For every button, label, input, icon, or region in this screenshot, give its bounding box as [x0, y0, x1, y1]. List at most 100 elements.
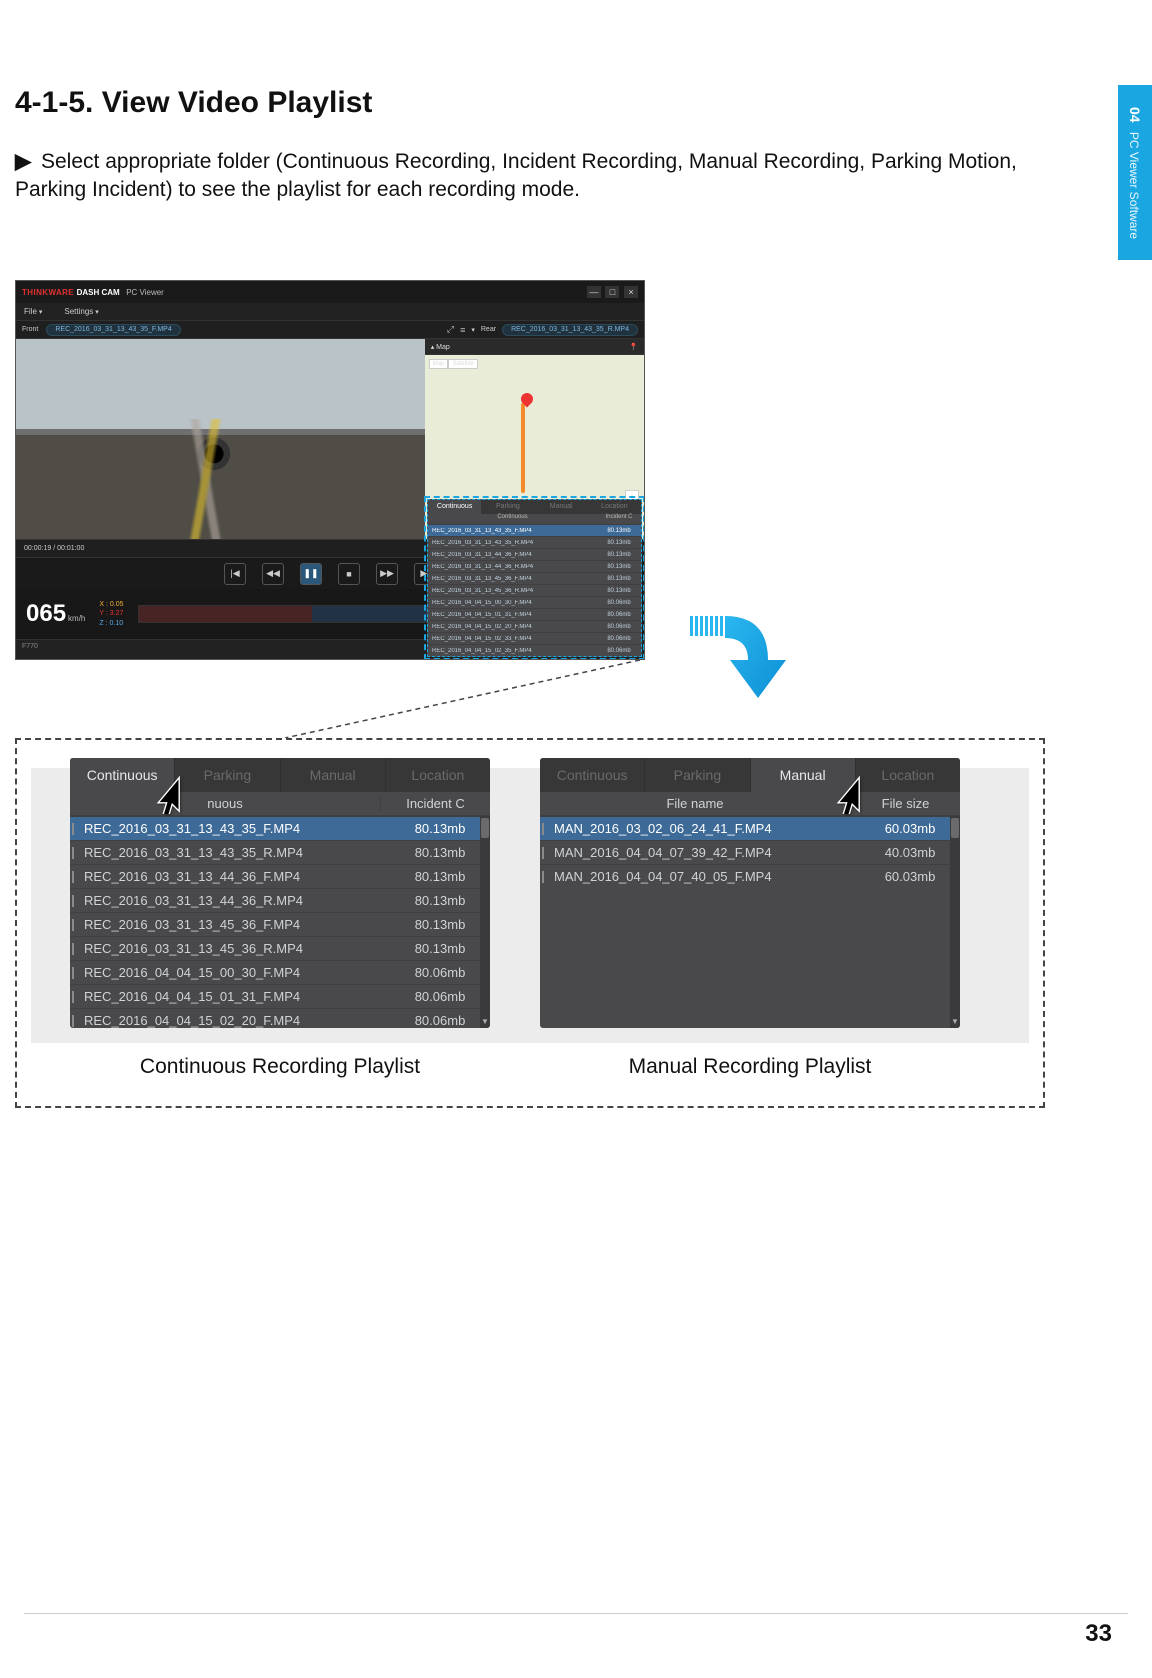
inset-row-size: 80.13mb — [597, 576, 641, 582]
inset-row[interactable]: REC_2016_03_31_13_45_36_R.MP480.13mb — [428, 584, 641, 596]
window-close-button[interactable]: × — [624, 286, 638, 298]
playlist-row-size: 80.13mb — [390, 869, 490, 884]
scrollbar-thumb[interactable] — [481, 818, 489, 838]
scrollbar-down-icon[interactable]: ▼ — [480, 1016, 490, 1028]
play-pause-button[interactable]: ❚❚ — [300, 563, 322, 585]
playlist-row[interactable]: MAN_2016_04_04_07_40_05_F.MP460.03mb — [540, 864, 960, 888]
playlist-row[interactable]: REC_2016_03_31_13_44_36_R.MP480.13mb — [70, 888, 490, 912]
scrollbar[interactable]: ▼ — [950, 816, 960, 1028]
stop-button[interactable]: ■ — [338, 563, 360, 585]
scrollbar[interactable]: ▼ — [480, 816, 490, 1028]
brand-thinkware: THINKWARE — [22, 288, 74, 297]
inset-row-filename: REC_2016_03_31_13_44_36_R.MP4 — [428, 564, 597, 570]
rear-toggle-icon[interactable]: ▾ — [471, 326, 475, 334]
inset-row[interactable]: REC_2016_04_04_15_02_35_F.MP480.06mb — [428, 644, 641, 656]
inset-row[interactable]: REC_2016_04_04_15_00_30_F.MP480.06mb — [428, 596, 641, 608]
continuous-playlist-panel: ContinuousParkingManualLocation nuous In… — [70, 758, 490, 1028]
window-titlebar: THINKWARE DASH CAM PC Viewer — □ × — [16, 281, 644, 303]
paragraph-text: Select appropriate folder (Continuous Re… — [15, 150, 1017, 201]
playlist-row[interactable]: REC_2016_03_31_13_45_36_F.MP480.13mb — [70, 912, 490, 936]
rewind-button[interactable]: ◀◀ — [262, 563, 284, 585]
inset-tab-location[interactable]: Location — [588, 500, 641, 514]
continuous-caption: Continuous Recording Playlist — [110, 1055, 450, 1079]
paragraph-arrow-icon: ▶ — [15, 150, 31, 173]
playlist-row-size: 80.13mb — [390, 845, 490, 860]
map-toggle[interactable]: ▴ Map — [431, 343, 450, 351]
playlist-tab-parking[interactable]: Parking — [645, 758, 750, 792]
inset-row[interactable]: REC_2016_04_04_15_02_33_F.MP480.06mb — [428, 632, 641, 644]
menubar: File Settings — [16, 303, 644, 321]
inset-row-size: 80.06mb — [597, 636, 641, 642]
playlist-row[interactable]: REC_2016_04_04_15_02_20_F.MP480.06mb — [70, 1008, 490, 1028]
playlist-row-filename: REC_2016_03_31_13_44_36_R.MP4 — [70, 893, 390, 908]
inset-row-size: 80.06mb — [597, 648, 641, 654]
map-type-satellite[interactable]: Satellite — [448, 359, 477, 369]
fast-forward-button[interactable]: ▶▶ — [376, 563, 398, 585]
tunnel-graphic — [196, 434, 232, 470]
playlist-row-size: 80.06mb — [390, 989, 490, 1004]
playlist-row-filename: REC_2016_04_04_15_02_20_F.MP4 — [70, 1013, 390, 1028]
scrollbar-down-icon[interactable]: ▼ — [950, 1016, 960, 1028]
inset-row[interactable]: REC_2016_03_31_13_44_36_F.MP480.13mb — [428, 548, 641, 560]
playlist-row[interactable]: MAN_2016_04_04_07_39_42_F.MP440.03mb — [540, 840, 960, 864]
playlist-row[interactable]: REC_2016_03_31_13_43_35_F.MP480.13mb — [70, 816, 490, 840]
inset-tab-manual[interactable]: Manual — [535, 500, 588, 514]
playlist-row[interactable]: REC_2016_04_04_15_01_31_F.MP480.06mb — [70, 984, 490, 1008]
playlist-row-size: 80.06mb — [390, 965, 490, 980]
playlist-row-size: 80.13mb — [390, 821, 490, 836]
playlist-row[interactable]: MAN_2016_03_02_06_24_41_F.MP460.03mb — [540, 816, 960, 840]
map-pin-icon[interactable]: 📍 — [629, 343, 638, 351]
playlist-row-size: 80.13mb — [390, 917, 490, 932]
map-route — [521, 403, 525, 493]
inset-header-name: Continuous — [428, 514, 597, 524]
scrollbar-thumb[interactable] — [951, 818, 959, 838]
inset-tab-parking[interactable]: Parking — [481, 500, 534, 514]
rear-file-chip[interactable]: REC_2016_03_31_13_43_35_R.MP4 — [502, 324, 638, 336]
front-video-view[interactable] — [16, 339, 425, 539]
manual-header-name: File name — [540, 796, 850, 811]
playlist-row[interactable]: REC_2016_03_31_13_45_36_R.MP480.13mb — [70, 936, 490, 960]
inset-row[interactable]: REC_2016_03_31_13_44_36_R.MP480.13mb — [428, 560, 641, 572]
window-maximize-button[interactable]: □ — [605, 286, 619, 298]
playlist-row-filename: REC_2016_04_04_15_01_31_F.MP4 — [70, 989, 390, 1004]
equalizer-icon[interactable]: ≡ — [460, 325, 465, 335]
expand-icon[interactable]: ⤢ — [447, 324, 454, 335]
speed-readout: 065km/h — [26, 600, 85, 628]
inset-row-size: 80.13mb — [597, 540, 641, 546]
inset-tab-continuous[interactable]: Continuous — [428, 500, 481, 514]
prev-track-button[interactable]: |◀ — [224, 563, 246, 585]
menu-settings[interactable]: Settings — [64, 307, 98, 316]
front-file-chip[interactable]: REC_2016_03_31_13_43_35_F.MP4 — [46, 324, 180, 336]
inset-row-size: 80.13mb — [597, 564, 641, 570]
inset-row[interactable]: REC_2016_04_04_15_01_31_F.MP480.06mb — [428, 608, 641, 620]
inset-row[interactable]: REC_2016_03_31_13_45_36_F.MP480.13mb — [428, 572, 641, 584]
inset-row[interactable]: REC_2016_04_04_15_02_20_F.MP480.06mb — [428, 620, 641, 632]
playlist-row[interactable]: REC_2016_03_31_13_43_35_R.MP480.13mb — [70, 840, 490, 864]
cursor-icon — [828, 770, 872, 814]
chapter-side-tab: 04 PC Viewer Software — [1118, 85, 1152, 260]
inset-row[interactable]: REC_2016_03_31_13_43_35_R.MP480.13mb — [428, 536, 641, 548]
playlist-tab-location[interactable]: Location — [386, 758, 490, 792]
playback-time: 00:00:19 / 00:01:00 — [24, 545, 84, 552]
menu-file[interactable]: File — [24, 307, 42, 316]
playlist-row[interactable]: REC_2016_03_31_13_44_36_F.MP480.13mb — [70, 864, 490, 888]
playlist-row-filename: MAN_2016_03_02_06_24_41_F.MP4 — [540, 821, 860, 836]
playlist-tab-continuous[interactable]: Continuous — [540, 758, 645, 792]
app-subtitle: PC Viewer — [126, 288, 164, 297]
inset-row-filename: REC_2016_04_04_15_02_35_F.MP4 — [428, 648, 597, 654]
window-minimize-button[interactable]: — — [587, 286, 601, 298]
playlist-row-size: 80.13mb — [390, 941, 490, 956]
playlist-tab-manual[interactable]: Manual — [281, 758, 386, 792]
playlist-row[interactable]: REC_2016_04_04_15_00_30_F.MP480.06mb — [70, 960, 490, 984]
footer-rule — [24, 1613, 1128, 1614]
inset-row-filename: REC_2016_03_31_13_45_36_F.MP4 — [428, 576, 597, 582]
inset-row-size: 80.13mb — [597, 528, 641, 534]
rear-label: Rear — [481, 326, 496, 333]
brand-dashcam: DASH CAM — [77, 288, 120, 297]
inset-row[interactable]: REC_2016_03_31_13_43_35_F.MP480.13mb — [428, 524, 641, 536]
inset-playlist-highlight: ContinuousParkingManualLocation Continuo… — [427, 499, 642, 657]
map-type-map[interactable]: Map — [429, 359, 449, 369]
playlist-row-filename: REC_2016_03_31_13_45_36_R.MP4 — [70, 941, 390, 956]
playlist-row-size: 40.03mb — [860, 845, 960, 860]
inset-row-filename: REC_2016_03_31_13_43_35_F.MP4 — [428, 528, 597, 534]
